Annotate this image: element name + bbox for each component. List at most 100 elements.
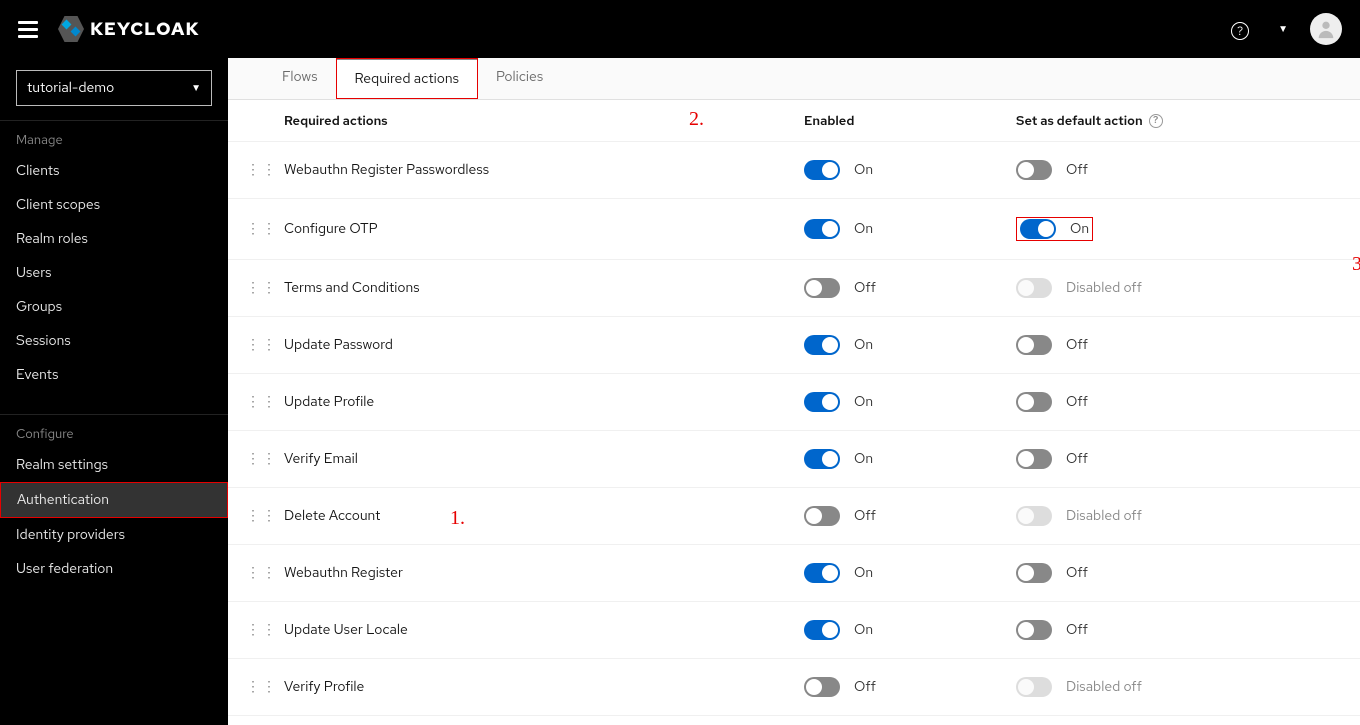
- user-avatar[interactable]: [1310, 13, 1342, 45]
- enabled-cell: Off: [804, 506, 1016, 526]
- toggle[interactable]: [1016, 392, 1052, 412]
- table-header: Required actions Enabled Set as default …: [228, 100, 1360, 142]
- brand-logo: KEYCLOAK: [58, 16, 200, 42]
- action-name: Configure OTP: [284, 220, 804, 238]
- toggle[interactable]: [804, 677, 840, 697]
- action-name: Webauthn Register: [284, 564, 804, 582]
- action-name: Update Password: [284, 336, 804, 354]
- toggle-label: Off: [854, 507, 876, 525]
- default-cell: Off: [1016, 335, 1360, 355]
- toggle[interactable]: [804, 335, 840, 355]
- sidebar-item[interactable]: Client scopes: [0, 188, 228, 222]
- toggle[interactable]: [1016, 160, 1052, 180]
- table-row: ⋮⋮Delete AccountOffDisabled off: [228, 488, 1360, 545]
- toggle[interactable]: [1016, 620, 1052, 640]
- toggle: [1016, 278, 1052, 298]
- toggle[interactable]: [804, 160, 840, 180]
- toggle[interactable]: [804, 506, 840, 526]
- enabled-cell: On: [804, 620, 1016, 640]
- toggle[interactable]: [804, 620, 840, 640]
- sidebar-item[interactable]: Clients: [0, 154, 228, 188]
- toggle-label: On: [854, 564, 873, 582]
- sidebar-item[interactable]: Identity providers: [0, 518, 228, 552]
- keycloak-logo-icon: [58, 16, 84, 42]
- toggle[interactable]: [1016, 449, 1052, 469]
- toggle[interactable]: [1016, 563, 1052, 583]
- main-content: FlowsRequired actionsPolicies Required a…: [228, 58, 1360, 725]
- sidebar-item[interactable]: Realm roles: [0, 222, 228, 256]
- table-row: ⋮⋮Verify EmailOnOff: [228, 431, 1360, 488]
- default-cell: Disabled off: [1016, 506, 1360, 526]
- toggle[interactable]: [804, 449, 840, 469]
- enabled-cell: On: [804, 160, 1016, 180]
- enabled-cell: On: [804, 449, 1016, 469]
- drag-handle-icon[interactable]: ⋮⋮: [246, 450, 268, 468]
- toggle-label: Disabled off: [1066, 678, 1142, 696]
- drag-handle-icon[interactable]: ⋮⋮: [246, 564, 268, 582]
- toggle-label: On: [854, 450, 873, 468]
- toggle[interactable]: [804, 392, 840, 412]
- table-row: ⋮⋮Webauthn Register PasswordlessOnOff: [228, 142, 1360, 199]
- drag-handle-icon[interactable]: ⋮⋮: [246, 678, 268, 696]
- sidebar-section-configure: Configure: [0, 414, 228, 448]
- toggle[interactable]: [804, 563, 840, 583]
- table-row: ⋮⋮ Update PasswordOnOff: [228, 317, 1360, 374]
- toggle-label: Off: [1066, 564, 1088, 582]
- toggle-label: On: [854, 220, 873, 238]
- default-cell: Off: [1016, 563, 1360, 583]
- enabled-cell: On: [804, 563, 1016, 583]
- drag-handle-icon[interactable]: ⋮⋮: [246, 336, 268, 354]
- toggle[interactable]: [1016, 335, 1052, 355]
- toggle-label: On: [854, 393, 873, 411]
- col-header-enabled: Enabled: [804, 112, 1016, 129]
- default-cell: On: [1016, 217, 1360, 241]
- default-cell: Off: [1016, 160, 1360, 180]
- drag-handle-icon[interactable]: ⋮⋮: [246, 161, 268, 179]
- enabled-cell: On: [804, 219, 1016, 239]
- sidebar-item[interactable]: Users: [0, 256, 228, 290]
- sidebar-item[interactable]: Events: [0, 358, 228, 392]
- table-row: ⋮⋮Update ProfileOnOff: [228, 374, 1360, 431]
- table-row: ⋮⋮ Webauthn Register On Off: [228, 545, 1360, 602]
- help-icon[interactable]: ?: [1222, 19, 1258, 40]
- toggle-label: Off: [1066, 621, 1088, 639]
- tab[interactable]: Required actions: [336, 58, 478, 99]
- toggle-label: Off: [1066, 393, 1088, 411]
- realm-selector[interactable]: tutorial-demo ▼: [16, 70, 212, 106]
- table-row: ⋮⋮ Update User LocaleOn Off: [228, 602, 1360, 659]
- sidebar-item[interactable]: Authentication: [0, 482, 228, 518]
- drag-handle-icon[interactable]: ⋮⋮: [246, 279, 268, 297]
- col-header-name: Required actions: [284, 112, 804, 129]
- default-cell: Off: [1016, 620, 1360, 640]
- enabled-cell: On: [804, 335, 1016, 355]
- help-icon[interactable]: ?: [1149, 114, 1163, 128]
- enabled-cell: On: [804, 392, 1016, 412]
- drag-handle-icon[interactable]: ⋮⋮: [246, 393, 268, 411]
- table-row: ⋮⋮Terms and ConditionsOffDisabled off: [228, 260, 1360, 317]
- sidebar: tutorial-demo ▼ Manage ClientsClient sco…: [0, 58, 228, 725]
- tab[interactable]: Policies: [478, 58, 561, 99]
- drag-handle-icon[interactable]: ⋮⋮: [246, 220, 268, 238]
- toggle-label: Disabled off: [1066, 507, 1142, 525]
- sidebar-item[interactable]: User federation: [0, 552, 228, 586]
- toggle[interactable]: [1020, 219, 1056, 239]
- header-dropdown-caret-icon[interactable]: ▼: [1278, 23, 1288, 36]
- action-name: Verify Profile: [284, 678, 804, 696]
- tabs: FlowsRequired actionsPolicies: [228, 58, 1360, 100]
- topbar: KEYCLOAK ? ▼: [0, 0, 1360, 58]
- toggle-label: Off: [1066, 450, 1088, 468]
- toggle-label: Off: [854, 678, 876, 696]
- sidebar-item[interactable]: Sessions: [0, 324, 228, 358]
- toggle[interactable]: [804, 219, 840, 239]
- toggle[interactable]: [804, 278, 840, 298]
- realm-selector-value: tutorial-demo: [27, 79, 114, 97]
- drag-handle-icon[interactable]: ⋮⋮: [246, 507, 268, 525]
- default-cell: Off: [1016, 392, 1360, 412]
- tab[interactable]: Flows: [264, 58, 336, 99]
- action-name: Update User Locale: [284, 621, 804, 639]
- sidebar-item[interactable]: Groups: [0, 290, 228, 324]
- sidebar-item[interactable]: Realm settings: [0, 448, 228, 482]
- toggle-label: Off: [1066, 161, 1088, 179]
- menu-toggle-button[interactable]: [18, 19, 38, 39]
- drag-handle-icon[interactable]: ⋮⋮: [246, 621, 268, 639]
